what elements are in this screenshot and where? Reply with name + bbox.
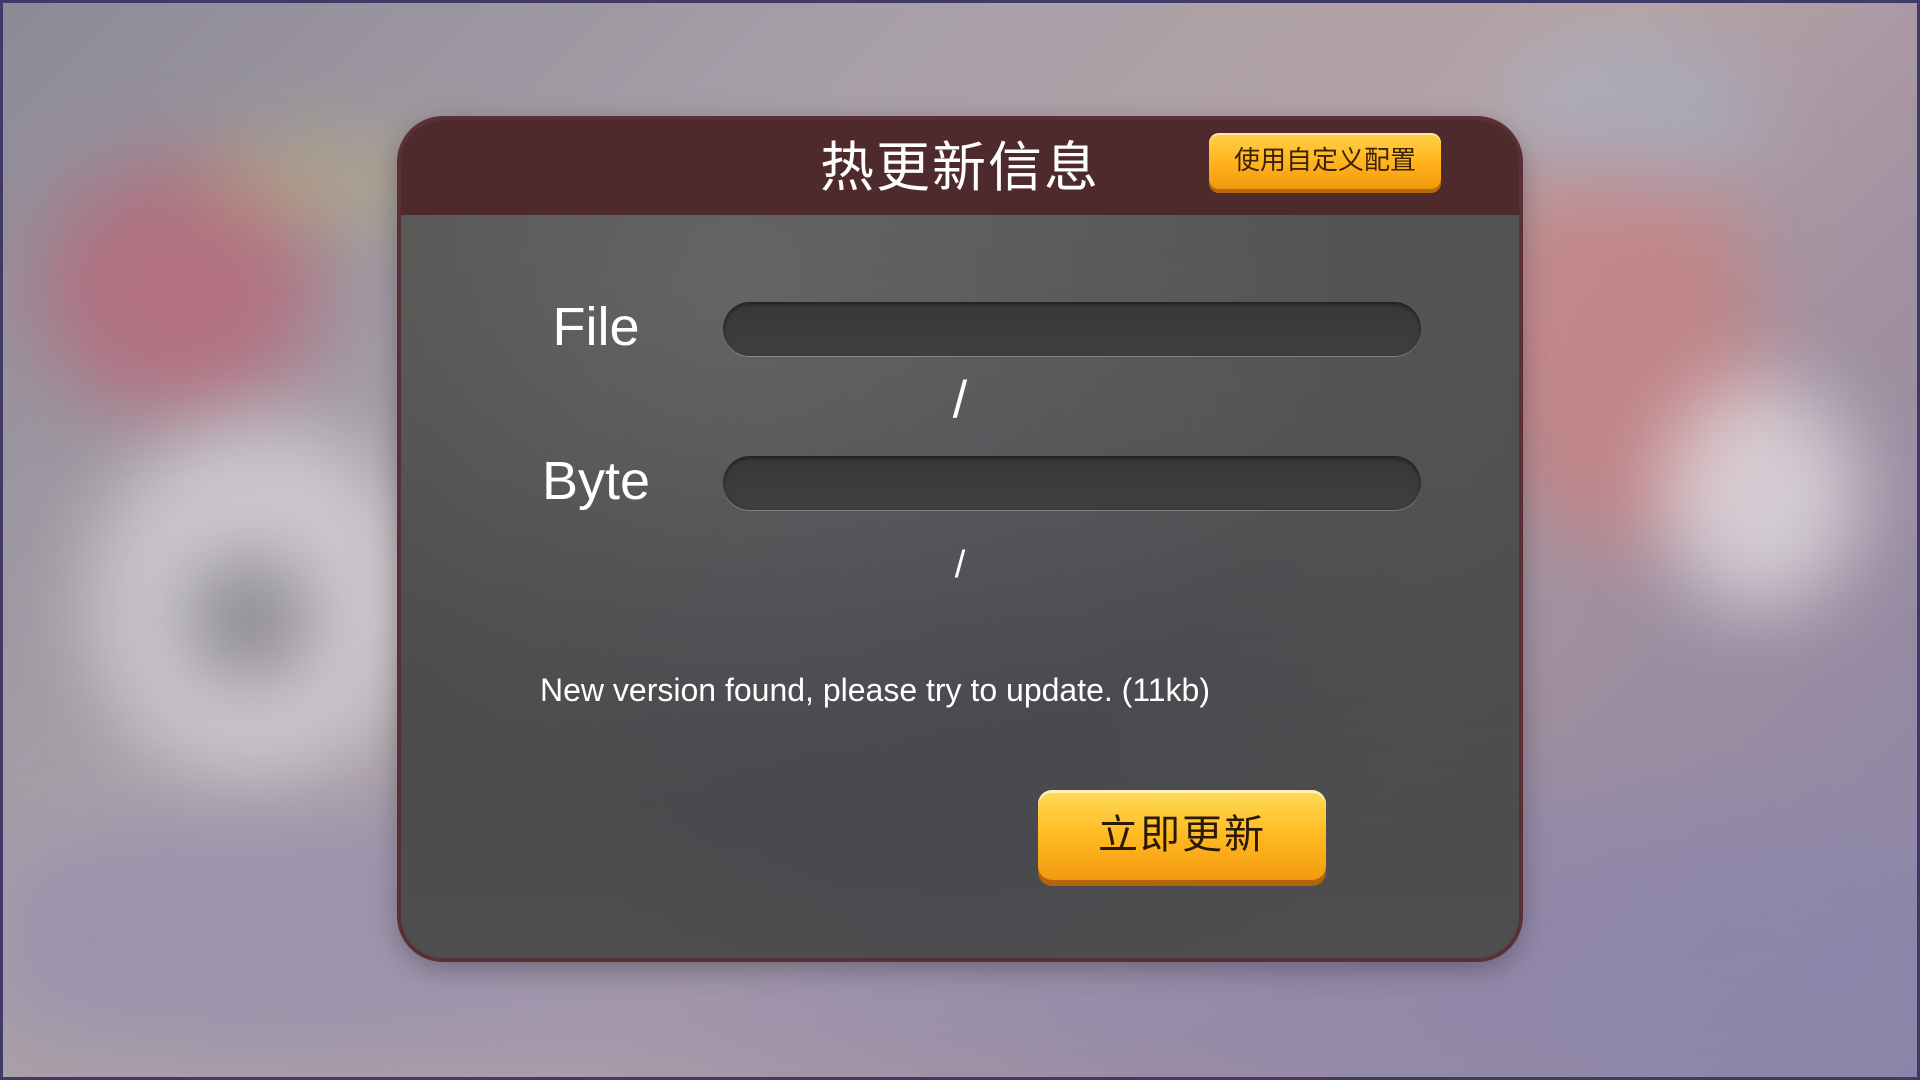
update-now-button[interactable]: 立即更新 bbox=[1038, 790, 1326, 880]
byte-progress-bar bbox=[723, 456, 1421, 510]
background-blur-shape bbox=[1500, 40, 1760, 190]
file-count-text: / bbox=[952, 371, 968, 429]
dialog-background bbox=[401, 120, 1519, 958]
file-progress-bar bbox=[723, 302, 1421, 356]
byte-count-text: / bbox=[954, 544, 966, 586]
hot-update-dialog: 热更新信息 使用自定义配置 File / Byte / New version … bbox=[401, 120, 1519, 958]
byte-label: Byte bbox=[541, 451, 651, 511]
game-screen-background: 热更新信息 使用自定义配置 File / Byte / New version … bbox=[0, 0, 1920, 1080]
use-custom-config-button[interactable]: 使用自定义配置 bbox=[1209, 133, 1441, 189]
file-label: File bbox=[552, 297, 640, 357]
background-blur-shape bbox=[190, 560, 310, 680]
background-blur-shape bbox=[1660, 380, 1860, 610]
status-message: New version found, please try to update.… bbox=[540, 672, 1210, 708]
